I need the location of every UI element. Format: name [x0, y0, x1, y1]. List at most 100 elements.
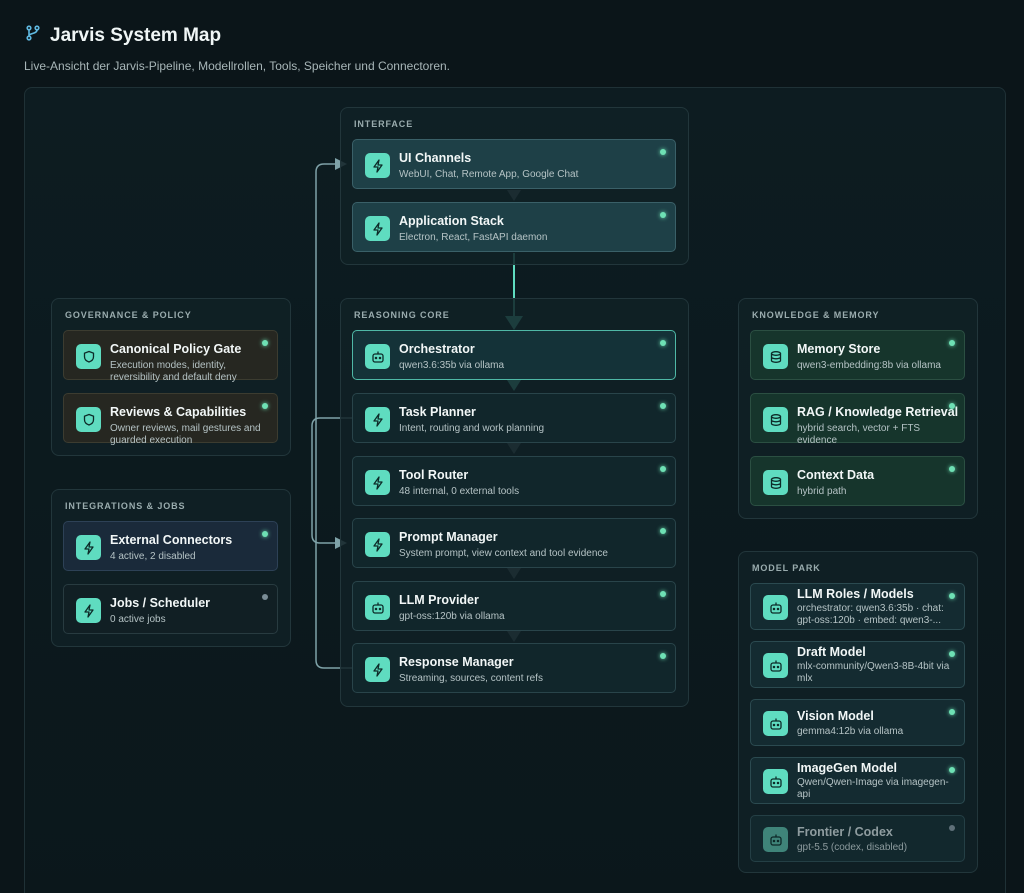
node-external-connectors[interactable]: External Connectors 4 active, 2 disabled [63, 521, 278, 571]
node-subtitle: orchestrator: qwen3.6:35b · chat: gpt-os… [797, 603, 944, 626]
node-llm-provider[interactable]: LLM Provider gpt-oss:120b via ollama [352, 581, 676, 631]
status-dot [262, 403, 268, 409]
page-title: Jarvis System Map [50, 24, 222, 46]
node-subtitle: qwen3-embedding:8b via ollama [797, 360, 941, 371]
node-subtitle: Electron, React, FastAPI daemon [399, 232, 548, 243]
bolt-icon [76, 598, 101, 623]
status-dot [949, 767, 955, 773]
node-title: Draft Model [797, 645, 866, 659]
node-context-data[interactable]: Context Data hybrid path [750, 456, 965, 506]
status-dot [660, 149, 666, 155]
node-title: Reviews & Capabilities [110, 405, 247, 419]
status-dot [262, 340, 268, 346]
status-dot [949, 651, 955, 657]
node-subtitle: qwen3.6:35b via ollama [399, 360, 505, 371]
robot-icon [763, 595, 788, 620]
bolt-icon [365, 657, 390, 682]
node-subtitle: 48 internal, 0 external tools [399, 486, 520, 497]
group-label-knowledge: KNOWLEDGE & MEMORY [752, 310, 880, 320]
node-subtitle: Owner reviews, mail gestures and guarded… [110, 423, 261, 446]
node-title: Prompt Manager [399, 530, 498, 544]
node-title: LLM Roles / Models [797, 587, 914, 601]
branch-icon [24, 24, 42, 47]
robot-icon [365, 344, 390, 369]
node-title: Response Manager [399, 655, 514, 669]
node-title: Jobs / Scheduler [110, 596, 211, 610]
shield-icon [76, 407, 101, 432]
node-subtitle: Execution modes, identity, reversibility… [110, 360, 237, 383]
status-dot [949, 593, 955, 599]
node-title: UI Channels [399, 151, 472, 165]
node-title: Task Planner [399, 405, 476, 419]
node-llm-roles-models[interactable]: LLM Roles / Models orchestrator: qwen3.6:… [750, 583, 965, 630]
node-vision-model[interactable]: Vision Model gemma4:12b via ollama [750, 699, 965, 746]
group-label-governance: GOVERNANCE & POLICY [65, 310, 192, 320]
node-draft-model[interactable]: Draft Model mlx-community/Qwen3-8B-4bit v… [750, 641, 965, 688]
status-dot [949, 403, 955, 409]
node-tool-router[interactable]: Tool Router 48 internal, 0 external tools [352, 456, 676, 506]
status-dot [949, 340, 955, 346]
bolt-icon [365, 153, 390, 178]
node-subtitle: System prompt, view context and tool evi… [399, 548, 608, 559]
node-subtitle: Streaming, sources, content refs [399, 673, 543, 684]
page-subtitle: Live-Ansicht der Jarvis-Pipeline, Modell… [24, 59, 450, 73]
node-canonical-policy-gate[interactable]: Canonical Policy Gate Execution modes, id… [63, 330, 278, 383]
status-dot [660, 528, 666, 534]
status-dot [949, 709, 955, 715]
node-title: Vision Model [797, 709, 874, 723]
node-title: Orchestrator [399, 342, 475, 356]
status-dot [949, 466, 955, 472]
node-frontier-codex[interactable]: Frontier / Codex gpt-5.5 (codex, disabled… [750, 815, 965, 862]
status-dot [660, 403, 666, 409]
node-memory-store[interactable]: Memory Store qwen3-embedding:8b via ollam… [750, 330, 965, 380]
bolt-icon [76, 535, 101, 560]
node-title: RAG / Knowledge Retrieval [797, 405, 959, 419]
node-title: LLM Provider [399, 593, 479, 607]
bolt-icon [365, 532, 390, 557]
node-reviews-capabilities[interactable]: Reviews & Capabilities Owner reviews, mai… [63, 393, 278, 446]
node-title: Tool Router [399, 468, 469, 482]
node-subtitle: gpt-5.5 (codex, disabled) [797, 842, 908, 853]
group-label-interface: INTERFACE [354, 119, 414, 129]
group-label-reasoning: REASONING CORE [354, 310, 450, 320]
robot-icon [763, 769, 788, 794]
robot-icon [763, 711, 788, 736]
status-dot [949, 825, 955, 831]
robot-icon [365, 595, 390, 620]
node-ui-channels[interactable]: UI Channels WebUI, Chat, Remote App, Goog… [352, 139, 676, 189]
node-rag-retrieval[interactable]: RAG / Knowledge Retrieval hybrid search, … [750, 393, 965, 446]
node-subtitle: hybrid search, vector + FTS evidence [797, 423, 921, 446]
bolt-icon [365, 470, 390, 495]
node-subtitle: mlx-community/Qwen3-8B-4bit via mlx [797, 661, 950, 684]
status-dot [660, 653, 666, 659]
group-label-integrations: INTEGRATIONS & JOBS [65, 501, 186, 511]
database-icon [763, 344, 788, 369]
node-title: External Connectors [110, 533, 233, 547]
node-orchestrator[interactable]: Orchestrator qwen3.6:35b via ollama [352, 330, 676, 380]
node-subtitle: Intent, routing and work planning [399, 423, 545, 434]
node-application-stack[interactable]: Application Stack Electron, React, FastAP… [352, 202, 676, 252]
node-subtitle: WebUI, Chat, Remote App, Google Chat [399, 169, 579, 180]
node-response-manager[interactable]: Response Manager Streaming, sources, cont… [352, 643, 676, 693]
node-subtitle: hybrid path [797, 486, 847, 497]
node-title: ImageGen Model [797, 761, 898, 775]
node-subtitle: gemma4:12b via ollama [797, 726, 904, 737]
node-jobs-scheduler[interactable]: Jobs / Scheduler 0 active jobs [63, 584, 278, 634]
group-label-models: MODEL PARK [752, 563, 821, 573]
database-icon [763, 470, 788, 495]
node-title: Memory Store [797, 342, 881, 356]
node-title: Application Stack [399, 214, 504, 228]
page-header: Jarvis System Map Live-Ansicht der Jarvi… [24, 24, 450, 74]
node-imagegen-model[interactable]: ImageGen Model Qwen/Qwen-Image via imageg… [750, 757, 965, 804]
node-task-planner[interactable]: Task Planner Intent, routing and work pla… [352, 393, 676, 443]
bolt-icon [365, 216, 390, 241]
status-dot [660, 340, 666, 346]
status-dot [660, 466, 666, 472]
bolt-icon [365, 407, 390, 432]
node-subtitle: gpt-oss:120b via ollama [399, 611, 505, 622]
robot-icon [763, 653, 788, 678]
node-prompt-manager[interactable]: Prompt Manager System prompt, view contex… [352, 518, 676, 568]
status-dot [660, 212, 666, 218]
node-subtitle: 4 active, 2 disabled [110, 551, 196, 562]
robot-icon [763, 827, 788, 852]
